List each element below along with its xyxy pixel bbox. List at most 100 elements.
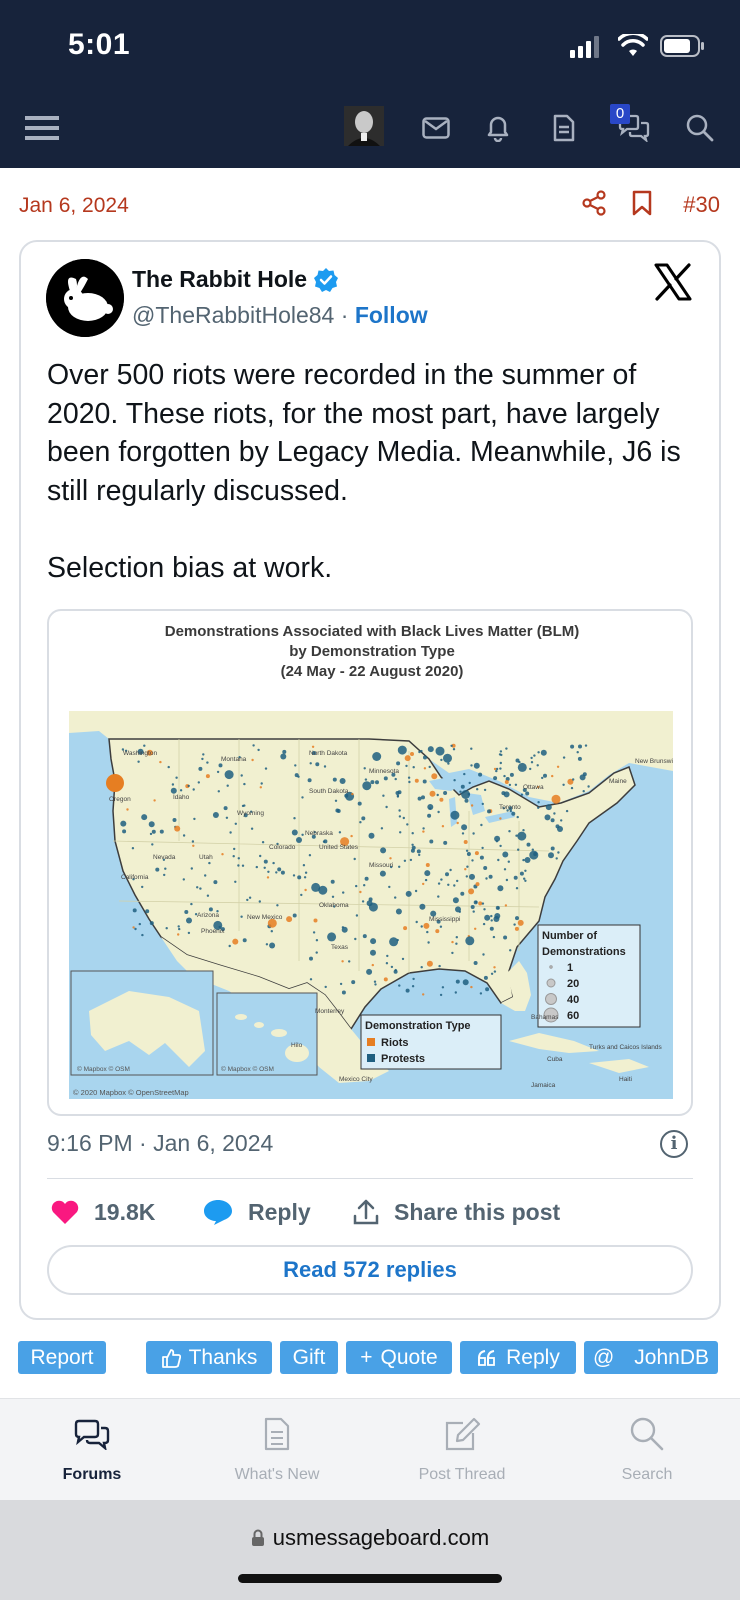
tweet-timestamp[interactable]: 9:16 PM · Jan 6, 2024 <box>47 1130 273 1157</box>
follow-link[interactable]: Follow <box>355 302 428 328</box>
protest-marker <box>372 752 382 761</box>
riot-marker <box>451 940 454 944</box>
gift-button[interactable]: Gift <box>280 1341 338 1374</box>
protest-marker <box>364 876 369 881</box>
quote-marks-icon <box>478 1349 496 1366</box>
search-icon[interactable] <box>680 108 720 148</box>
bell-icon[interactable] <box>478 108 518 148</box>
tweet-handle[interactable]: @TheRabbitHole84 <box>132 302 334 328</box>
reply-tweet-button[interactable]: Reply <box>202 1195 311 1229</box>
protest-marker <box>190 867 193 870</box>
protest-marker <box>149 832 153 836</box>
protest-marker <box>198 766 203 771</box>
read-replies-button[interactable]: Read 572 replies <box>47 1245 693 1295</box>
quote-button[interactable]: + Quote <box>346 1341 452 1374</box>
protest-marker <box>324 985 327 989</box>
protest-marker <box>524 879 527 882</box>
url-field[interactable]: usmessageboard.com <box>0 1525 740 1551</box>
protest-marker <box>452 748 456 751</box>
riot-marker <box>174 825 181 832</box>
protest-marker <box>363 767 366 770</box>
protest-marker <box>395 791 400 795</box>
protest-marker <box>134 927 137 931</box>
protest-marker <box>385 805 388 809</box>
protest-marker <box>225 816 229 819</box>
protest-marker <box>470 905 475 909</box>
new-posts-icon[interactable] <box>544 108 584 148</box>
protest-marker <box>417 796 422 801</box>
protest-marker <box>418 853 421 857</box>
protest-marker <box>202 753 205 756</box>
protest-marker <box>515 758 520 763</box>
protest-marker <box>471 859 474 862</box>
tab-whats-new[interactable]: What's New <box>202 1412 352 1484</box>
protest-marker <box>385 962 389 965</box>
x-logo-icon[interactable] <box>654 263 692 301</box>
map-place-label: Colorado <box>269 844 296 851</box>
protest-marker <box>137 760 140 763</box>
tweet-image-map[interactable]: Demonstrations Associated with Black Liv… <box>47 609 693 1116</box>
post-date[interactable]: Jan 6, 2024 <box>19 194 129 218</box>
protest-marker <box>555 857 558 860</box>
protest-marker <box>467 793 471 796</box>
report-button[interactable]: Report <box>18 1341 106 1374</box>
protest-marker <box>465 849 469 852</box>
protest-marker <box>177 925 180 928</box>
reply-button[interactable]: Reply <box>460 1341 576 1374</box>
riot-marker <box>439 797 444 802</box>
protest-marker <box>523 877 526 880</box>
protest-marker <box>335 808 340 813</box>
protest-marker <box>252 744 255 747</box>
protest-marker <box>206 761 209 764</box>
alaska-attribution: © Mapbox © OSM <box>77 1065 130 1073</box>
protest-marker <box>479 855 484 860</box>
protest-marker <box>179 789 183 792</box>
tweet-author-name[interactable]: The Rabbit Hole <box>132 266 339 293</box>
like-button[interactable]: 19.8K <box>50 1195 155 1229</box>
protest-marker <box>455 936 458 939</box>
riot-marker <box>414 778 419 783</box>
riot-marker <box>426 960 433 967</box>
protest-marker <box>490 919 493 922</box>
protest-marker <box>270 930 273 933</box>
tab-post-thread[interactable]: Post Thread <box>387 1412 537 1484</box>
tab-forums[interactable]: Forums <box>17 1412 167 1484</box>
protest-marker <box>304 871 308 874</box>
protest-marker <box>481 802 484 806</box>
protest-marker <box>339 778 346 784</box>
post-number-link[interactable]: #30 <box>683 192 720 218</box>
protest-marker <box>447 762 450 765</box>
protest-marker <box>145 909 150 914</box>
map-place-label: Ottawa <box>523 784 544 791</box>
protest-marker <box>478 772 483 777</box>
protest-marker <box>172 818 177 822</box>
menu-icon[interactable] <box>22 108 62 148</box>
protest-marker <box>351 980 356 985</box>
share-icon[interactable] <box>582 190 606 216</box>
user-avatar[interactable] <box>344 106 384 146</box>
protest-marker <box>582 790 585 793</box>
map-place-label: Montana <box>221 756 247 763</box>
bookmark-icon[interactable] <box>632 190 652 216</box>
map-place-label: Arizona <box>197 912 219 919</box>
status-bar: 5:01 <box>0 0 740 88</box>
tab-search[interactable]: Search <box>572 1412 722 1484</box>
mention-button[interactable]: @ JohnDB <box>584 1341 718 1374</box>
map-place-label: Texas <box>331 944 349 951</box>
envelope-icon[interactable] <box>416 108 456 148</box>
protest-marker <box>548 852 554 859</box>
protest-marker <box>415 920 418 924</box>
share-tweet-button[interactable]: Share this post <box>352 1195 560 1229</box>
map-place-label: Nevada <box>153 854 176 861</box>
thanks-button[interactable]: Thanks <box>146 1341 272 1374</box>
protest-marker <box>555 824 560 829</box>
protest-marker <box>505 747 508 750</box>
protest-marker <box>492 935 496 939</box>
map-place-label: Hilo <box>291 1042 303 1049</box>
info-icon[interactable]: i <box>660 1130 688 1158</box>
protest-marker <box>485 987 490 992</box>
protest-marker <box>572 778 575 781</box>
protest-marker <box>419 903 426 910</box>
tweet-author-avatar[interactable] <box>46 259 124 337</box>
protest-marker <box>497 858 500 862</box>
